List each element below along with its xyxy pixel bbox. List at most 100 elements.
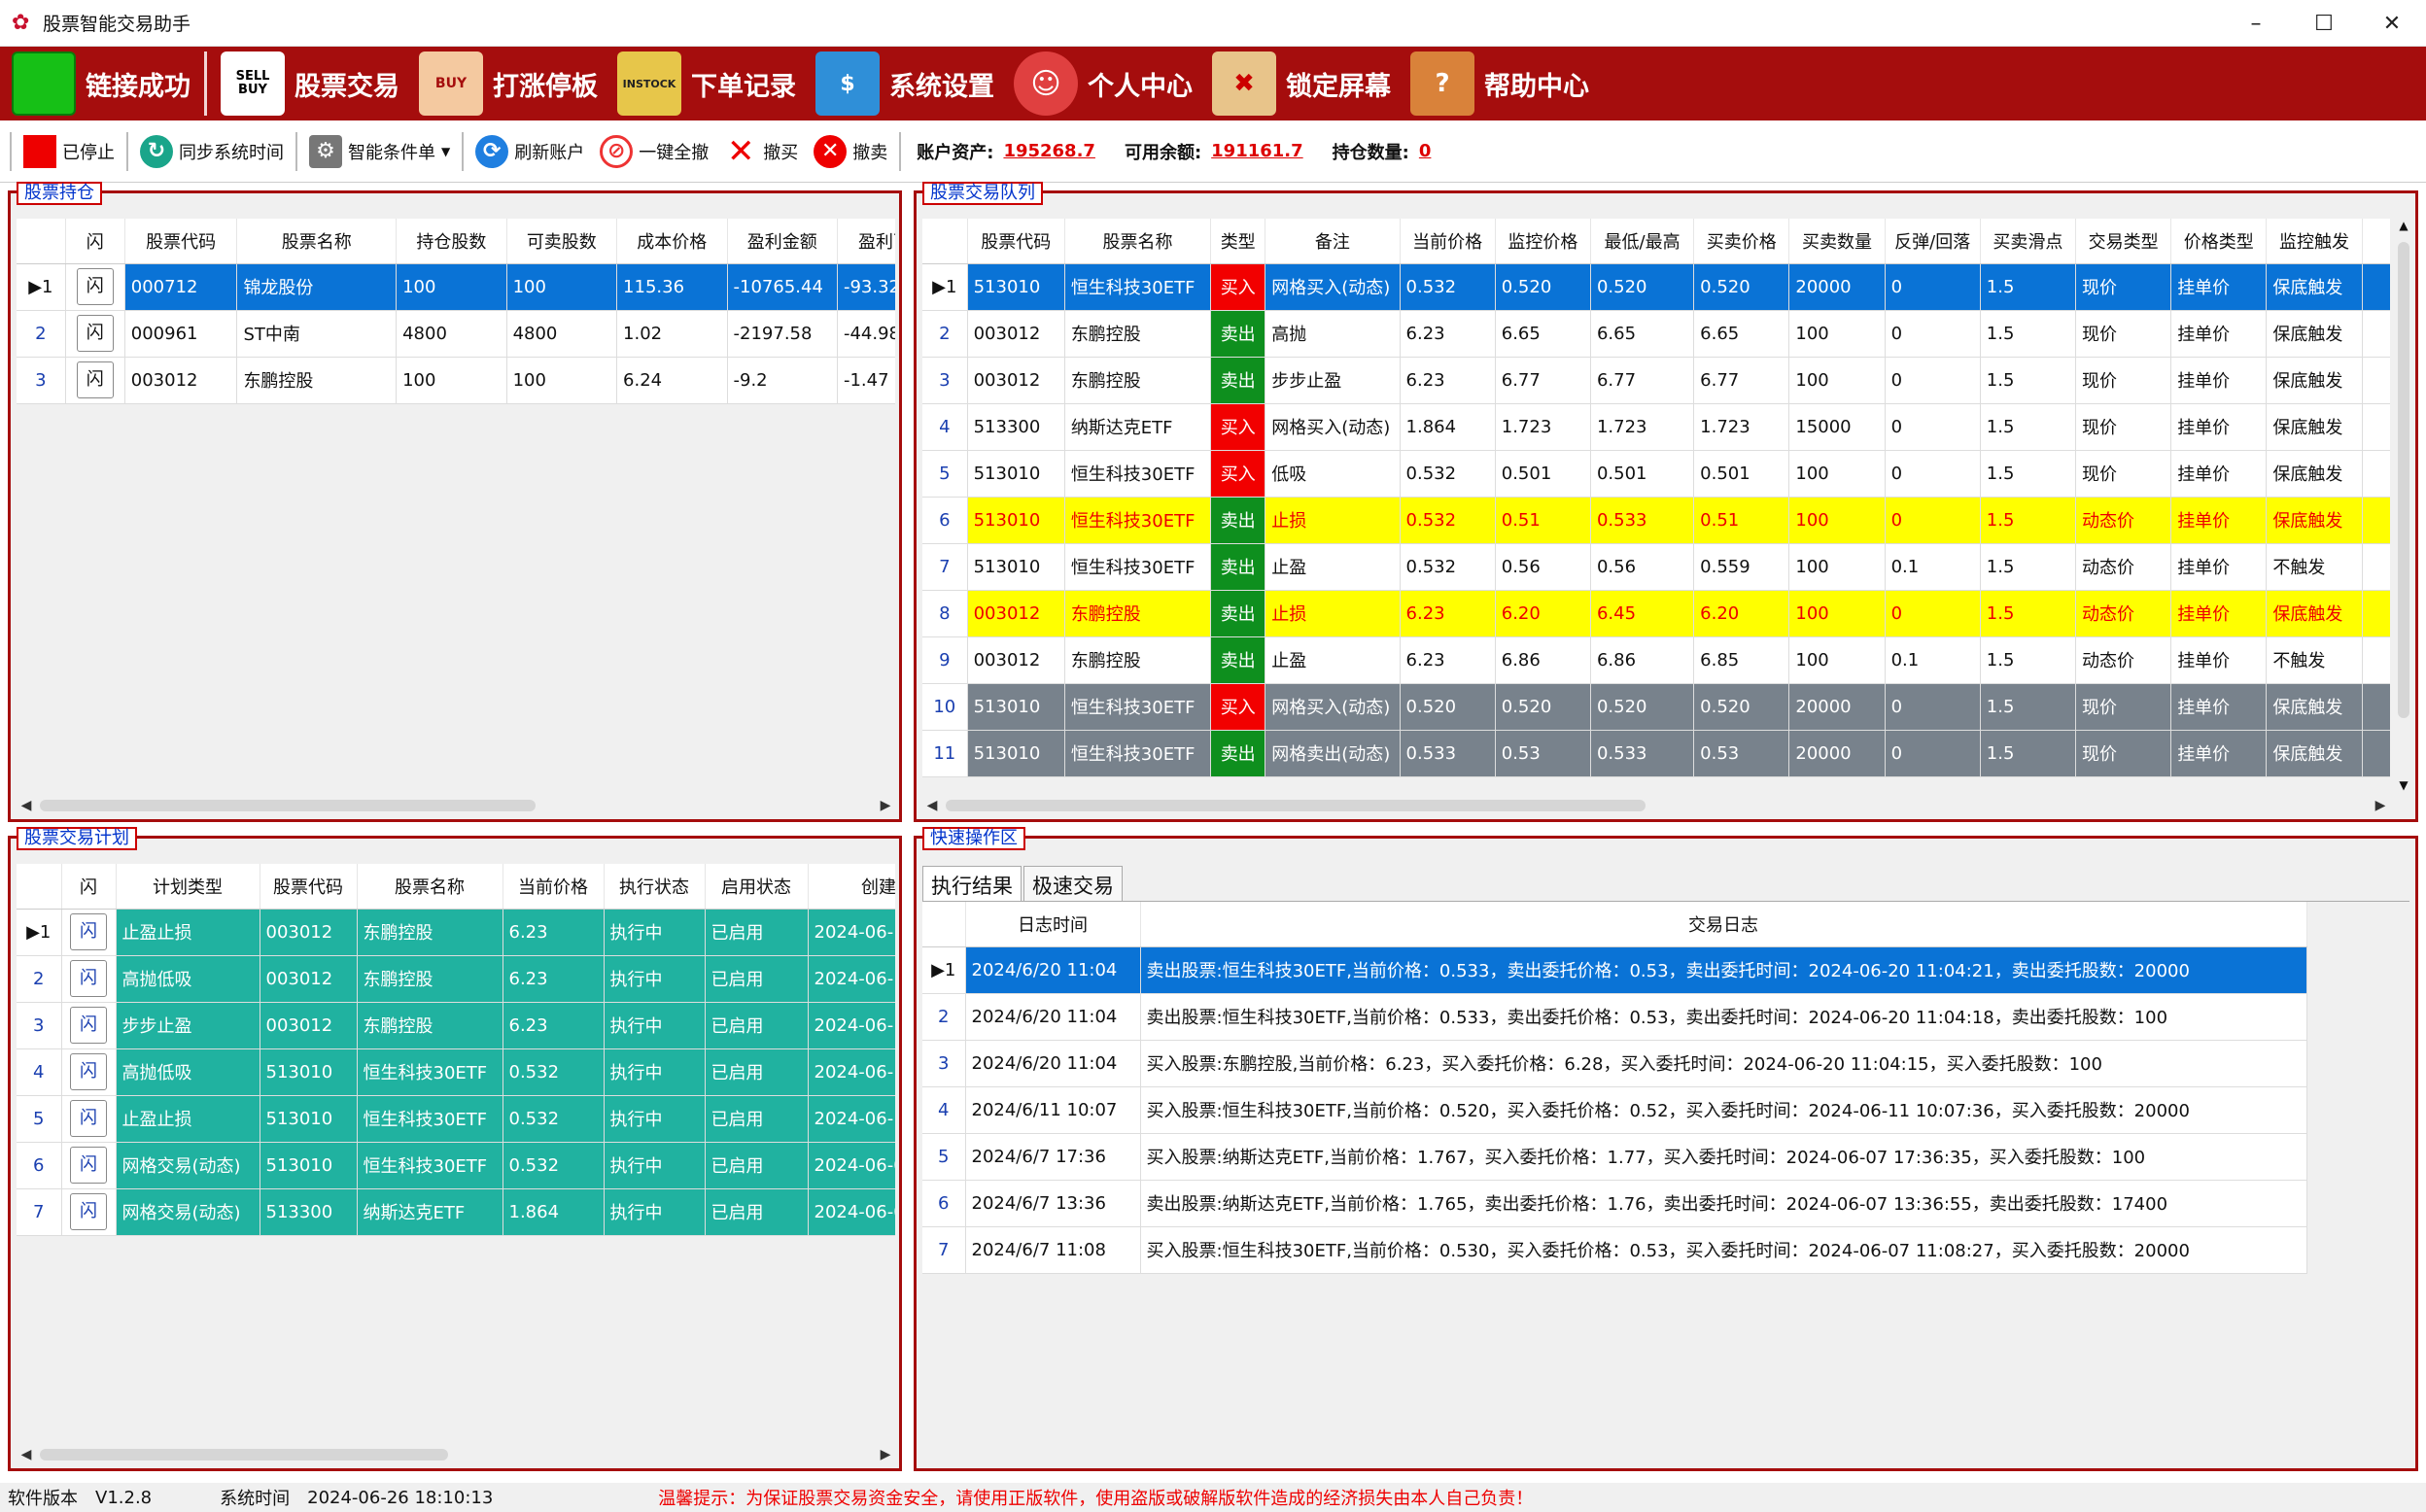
horizontal-scrollbar[interactable]: ◀ ▶ xyxy=(922,796,2390,815)
table-row[interactable]: 3 003012 东鹏控股 卖出 步步止盈 6.23 6.77 6.77 6.77 100 0 1.5… xyxy=(922,357,2390,404)
close-button[interactable]: ✕ xyxy=(2358,0,2426,47)
scroll-down-icon[interactable]: ▼ xyxy=(2394,778,2413,792)
tab-fast-trade[interactable]: 极速交易 xyxy=(1023,866,1123,905)
col-header[interactable]: 执行状态 xyxy=(604,864,706,910)
scroll-left-icon[interactable]: ◀ xyxy=(17,796,36,815)
table-row[interactable]: 5 2024/6/7 17:36 买入股票:纳斯达克ETF,当前价格：1.767，买… xyxy=(922,1133,2307,1181)
col-header[interactable]: 股票名称 xyxy=(1064,219,1212,264)
flash-button[interactable]: 闪 xyxy=(76,268,114,305)
scrollbar-thumb[interactable] xyxy=(40,800,536,811)
flash-button[interactable]: 闪 xyxy=(70,960,107,997)
col-header[interactable]: 成本价格 xyxy=(616,219,728,264)
lock-screen-button[interactable]: ✖ 锁定屏幕 xyxy=(1202,50,1401,118)
col-header[interactable]: 盈利百分比 xyxy=(837,219,895,264)
table-row[interactable]: 7 闪网格交易(动态) 513300 纳斯达克ETF 1.864 执行中 已启用 2024-0… xyxy=(17,1188,895,1236)
minimize-button[interactable]: – xyxy=(2222,0,2290,47)
cancel-sell-button[interactable]: ✕ 撤卖 xyxy=(806,129,895,174)
col-header[interactable]: 持仓股数 xyxy=(396,219,507,264)
table-row[interactable]: ▶1 513010 恒生科技30ETF 买入 网格买入(动态) 0.532 0.520 0.5… xyxy=(922,263,2390,311)
col-header[interactable]: 股票名称 xyxy=(236,219,398,264)
col-header[interactable]: 闪 xyxy=(61,864,117,910)
col-header[interactable]: 最低/最高 xyxy=(1590,219,1695,264)
flash-button[interactable]: 闪 xyxy=(70,1193,107,1230)
table-row[interactable]: 5 闪止盈止损 513010 恒生科技30ETF 0.532 执行中 已启用 2024-06-… xyxy=(17,1095,895,1143)
table-row[interactable]: 6 2024/6/7 13:36 卖出股票:纳斯达克ETF,当前价格：1.765，卖… xyxy=(922,1180,2307,1227)
table-row[interactable]: 9 003012 东鹏控股 卖出 止盈 6.23 6.86 6.86 6.85 100 0.1 1.5… xyxy=(922,636,2390,684)
col-header[interactable]: 股票代码 xyxy=(260,864,358,910)
col-header[interactable]: 启用状态 xyxy=(705,864,809,910)
col-header[interactable]: 股票代码 xyxy=(124,219,238,264)
flash-button[interactable]: 闪 xyxy=(70,1007,107,1044)
col-header[interactable]: 盈利金额 xyxy=(727,219,838,264)
col-header[interactable]: 股票名称 xyxy=(357,864,503,910)
col-header[interactable]: 计划类型 xyxy=(116,864,260,910)
table-row[interactable]: 3 闪 003012 东鹏控股 100 100 6.24 -9.2 -1.47 … xyxy=(17,357,895,404)
table-row[interactable]: 3 2024/6/20 11:04 买入股票:东鹏控股,当前价格：6.23，买入委托… xyxy=(922,1040,2307,1087)
scroll-left-icon[interactable]: ◀ xyxy=(17,1445,36,1464)
limit-up-button[interactable]: BUY 打涨停板 xyxy=(409,50,607,118)
table-row[interactable]: 2闪高抛低吸003012东鹏控股6.23执行中已启用2024-06-12 xyxy=(17,955,895,1003)
horizontal-scrollbar[interactable]: ◀ ▶ xyxy=(17,796,895,815)
scrollbar-thumb[interactable] xyxy=(946,800,1646,811)
sync-time-button[interactable]: ↻ 同步系统时间 xyxy=(132,129,292,174)
col-header[interactable]: 闪 xyxy=(65,219,125,264)
table-row[interactable]: ▶1 闪 000712 锦龙股份 100 100 115.36 -10765.4… xyxy=(17,263,895,311)
scrollbar-thumb[interactable] xyxy=(2398,242,2409,718)
vertical-scrollbar[interactable]: ▲ ▼ xyxy=(2394,219,2413,792)
table-row[interactable]: ▶1 2024/6/20 11:04 卖出股票:恒生科技30ETF,当前价格：0.5… xyxy=(922,946,2307,994)
position-value[interactable]: 0 xyxy=(1419,141,1432,161)
system-settings-button[interactable]: $ 系统设置 xyxy=(806,50,1004,118)
table-row[interactable]: ▶1闪止盈止损003012东鹏控股6.23执行中已启用2024-06-12 xyxy=(17,909,895,956)
table-row[interactable]: 10 513010 恒生科技30ETF 买入 网格买入(动态) 0.520 0.520 0.5… xyxy=(922,683,2390,731)
flash-button[interactable]: 闪 xyxy=(76,315,114,352)
flash-button[interactable]: 闪 xyxy=(70,1147,107,1184)
table-row[interactable]: 8 003012 东鹏控股 卖出 止损 6.23 6.20 6.45 6.20 100 0 1.5 动态… xyxy=(922,590,2390,637)
col-header[interactable]: 股票代码 xyxy=(967,219,1065,264)
table-row[interactable]: 7 513010 恒生科技30ETF 卖出 止盈 0.532 0.56 0.56 0.559 10… xyxy=(922,543,2390,591)
table-row[interactable]: 7 2024/6/7 11:08 买入股票:恒生科技30ETF,当前价格：0.530… xyxy=(922,1226,2307,1274)
horizontal-scrollbar[interactable]: ◀ ▶ xyxy=(17,1445,895,1464)
col-header[interactable]: 监控触发 xyxy=(2266,219,2363,264)
col-header[interactable]: 买卖数量 xyxy=(1788,219,1886,264)
table-row[interactable]: 5 513010 恒生科技30ETF 买入 低吸 0.532 0.501 0.501 0.501… xyxy=(922,450,2390,498)
flash-button[interactable]: 闪 xyxy=(70,913,107,950)
flash-button[interactable]: 闪 xyxy=(76,361,114,398)
scroll-right-icon[interactable]: ▶ xyxy=(2371,796,2390,815)
stock-trade-button[interactable]: SELL BUY 股票交易 xyxy=(211,50,409,118)
flash-button[interactable]: 闪 xyxy=(70,1053,107,1090)
col-header[interactable]: 监控价格 xyxy=(1495,219,1591,264)
col-header[interactable]: 日志时间 xyxy=(965,902,1141,947)
table-row[interactable]: 4 闪高抛低吸 513010 恒生科技30ETF 0.532 执行中 已启用 2024-06-… xyxy=(17,1048,895,1096)
col-header[interactable]: 可卖股数 xyxy=(506,219,618,264)
connection-status-button[interactable]: 链接成功 xyxy=(0,50,200,118)
col-header[interactable]: 反弹/回落 xyxy=(1885,219,1981,264)
col-header[interactable]: 当前价格 xyxy=(503,864,605,910)
scroll-right-icon[interactable]: ▶ xyxy=(876,796,895,815)
table-row[interactable]: 2 闪 000961 ST中南 4800 4800 1.02 -2197.58 … xyxy=(17,310,895,358)
table-row[interactable]: 4 513300 纳斯达克ETF 买入 网格买入(动态) 1.864 1.723 1.723 1… xyxy=(922,403,2390,451)
refresh-account-button[interactable]: ⟳ 刷新账户 xyxy=(468,129,592,174)
order-records-button[interactable]: INSTOCK 下单记录 xyxy=(607,50,806,118)
flash-button[interactable]: 闪 xyxy=(70,1100,107,1137)
table-row[interactable]: 2 2024/6/20 11:04 卖出股票:恒生科技30ETF,当前价格：0.53… xyxy=(922,993,2307,1041)
col-header[interactable]: 回 xyxy=(2362,219,2390,264)
smart-order-dropdown[interactable]: ⚙ 智能条件单 ▼ xyxy=(301,129,458,174)
scroll-right-icon[interactable]: ▶ xyxy=(876,1445,895,1464)
scroll-left-icon[interactable]: ◀ xyxy=(922,796,942,815)
col-header[interactable]: 备注 xyxy=(1265,219,1401,264)
col-header[interactable]: 价格类型 xyxy=(2170,219,2268,264)
tab-execution-results[interactable]: 执行结果 xyxy=(922,866,1022,905)
col-header[interactable]: 创建 xyxy=(808,864,895,910)
table-row[interactable]: 6 闪网格交易(动态) 513010 恒生科技30ETF 0.532 执行中 已启用 2024… xyxy=(17,1142,895,1189)
col-header[interactable]: 买卖价格 xyxy=(1693,219,1790,264)
col-header[interactable]: 交易日志 xyxy=(1140,902,2307,947)
table-row[interactable]: 3闪步步止盈003012东鹏控股6.23执行中已启用2024-06-12 xyxy=(17,1002,895,1049)
maximize-button[interactable]: ☐ xyxy=(2290,0,2358,47)
scroll-up-icon[interactable]: ▲ xyxy=(2394,219,2413,232)
table-row[interactable]: 2 003012 东鹏控股 卖出 高抛 6.23 6.65 6.65 6.65 100 0 1.5 现价… xyxy=(922,310,2390,358)
col-header[interactable]: 买卖滑点 xyxy=(1980,219,2076,264)
col-header[interactable]: 交易类型 xyxy=(2075,219,2172,264)
scrollbar-thumb[interactable] xyxy=(40,1449,448,1460)
help-center-button[interactable]: ? 帮助中心 xyxy=(1401,50,1599,118)
stopped-button[interactable]: 已停止 xyxy=(16,129,122,174)
